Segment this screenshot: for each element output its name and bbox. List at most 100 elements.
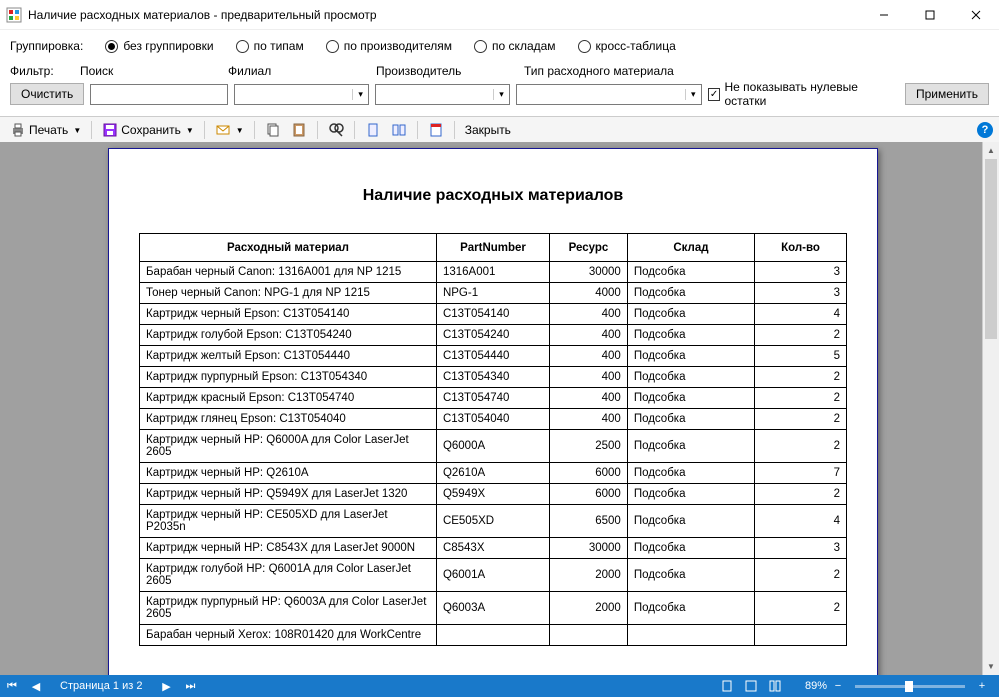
last-page-button[interactable]: ⏭: [178, 675, 202, 697]
find-button[interactable]: [324, 120, 348, 140]
prev-page-button[interactable]: ◀: [24, 675, 48, 697]
table-row: Картридж голубой Epson: C13T054240C13T05…: [140, 325, 847, 346]
print-button[interactable]: Печать▼: [6, 120, 85, 140]
table-cell: [550, 625, 628, 646]
table-cell: 1316A001: [436, 262, 549, 283]
report-table: Расходный материалPartNumberРесурсСкладК…: [139, 233, 847, 646]
zoom-actual-button[interactable]: [739, 675, 763, 697]
first-page-button[interactable]: ⏮: [0, 675, 24, 697]
radio-crosstable[interactable]: кросс-таблица: [578, 39, 676, 53]
material-type-combo[interactable]: ▾: [516, 84, 702, 105]
table-cell: 3: [755, 538, 847, 559]
paste-button[interactable]: [287, 120, 311, 140]
zoom-in-button[interactable]: +: [971, 680, 993, 692]
manufacturer-label: Производитель: [376, 64, 524, 78]
table-cell: 2: [755, 559, 847, 592]
help-icon[interactable]: ?: [977, 122, 993, 138]
table-cell: 2: [755, 388, 847, 409]
table-cell: Картридж черный HP: Q6000A для Color Las…: [140, 430, 437, 463]
view-double-button[interactable]: [387, 120, 411, 140]
branch-combo[interactable]: ▾: [234, 84, 369, 105]
preview-area[interactable]: Наличие расходных материалов Расходный м…: [0, 142, 999, 675]
table-row: Картридж красный Epson: C13T054740C13T05…: [140, 388, 847, 409]
column-header: PartNumber: [436, 234, 549, 262]
report-page: Наличие расходных материалов Расходный м…: [108, 148, 878, 675]
table-cell: 400: [550, 325, 628, 346]
table-cell: C13T054140: [436, 304, 549, 325]
hide-zero-checkbox[interactable]: ✓Не показывать нулевые остатки: [708, 80, 899, 108]
table-cell: 2: [755, 409, 847, 430]
close-preview-button[interactable]: Закрыть: [461, 121, 515, 139]
table-cell: C13T054440: [436, 346, 549, 367]
table-cell: 2000: [550, 592, 628, 625]
grouping-label: Группировка:: [10, 39, 83, 53]
table-cell: 30000: [550, 262, 628, 283]
table-row: Барабан черный Canon: 1316A001 для NP 12…: [140, 262, 847, 283]
chevron-down-icon: ▾: [685, 89, 701, 100]
table-cell: [627, 625, 754, 646]
save-button[interactable]: Сохранить▼: [98, 120, 198, 140]
filter-row: Фильтр: Поиск Филиал Производитель Тип р…: [0, 62, 999, 116]
report-title: Наличие расходных материалов: [139, 187, 847, 205]
search-icon: [328, 122, 344, 138]
apply-button[interactable]: Применить: [905, 83, 989, 105]
scroll-down-icon[interactable]: ▼: [983, 658, 999, 675]
scroll-thumb[interactable]: [985, 159, 997, 339]
table-cell: Картридж желтый Epson: C13T054440: [140, 346, 437, 367]
zoom-thumb[interactable]: [905, 681, 913, 692]
next-page-button[interactable]: ▶: [154, 675, 178, 697]
save-icon: [102, 122, 118, 138]
table-cell: 2: [755, 592, 847, 625]
maximize-button[interactable]: [907, 0, 953, 30]
table-cell: 2: [755, 484, 847, 505]
table-row: Картридж черный HP: Q6000A для Color Las…: [140, 430, 847, 463]
zoom-slider[interactable]: [855, 685, 965, 688]
column-header: Кол-во: [755, 234, 847, 262]
table-cell: 400: [550, 304, 628, 325]
radio-no-grouping[interactable]: без группировки: [105, 39, 213, 53]
column-header: Склад: [627, 234, 754, 262]
table-row: Картридж черный Epson: C13T054140C13T054…: [140, 304, 847, 325]
table-cell: Подсобка: [627, 283, 754, 304]
table-cell: C13T054740: [436, 388, 549, 409]
zoom-out-button[interactable]: −: [827, 680, 849, 692]
radio-by-warehouse[interactable]: по складам: [474, 39, 556, 53]
table-cell: 4: [755, 505, 847, 538]
zoom-out-full-button[interactable]: [715, 675, 739, 697]
minimize-button[interactable]: [861, 0, 907, 30]
table-row: Картридж черный HP: Q2610AQ2610A6000Подс…: [140, 463, 847, 484]
table-cell: Подсобка: [627, 559, 754, 592]
page-indicator: Страница 1 из 2: [48, 680, 154, 692]
manufacturer-combo[interactable]: ▾: [375, 84, 510, 105]
close-button[interactable]: [953, 0, 999, 30]
chevron-down-icon: ▼: [73, 126, 81, 135]
chevron-down-icon: ▾: [352, 89, 368, 100]
radio-by-type[interactable]: по типам: [236, 39, 304, 53]
table-cell: Подсобка: [627, 346, 754, 367]
table-row: Картридж желтый Epson: C13T054440C13T054…: [140, 346, 847, 367]
scroll-up-icon[interactable]: ▲: [983, 142, 999, 159]
grouping-row: Группировка: без группировки по типам по…: [0, 30, 999, 62]
page-setup-button[interactable]: [424, 120, 448, 140]
radio-by-manufacturer[interactable]: по производителям: [326, 39, 452, 53]
copy-button[interactable]: [261, 120, 285, 140]
clear-button[interactable]: Очистить: [10, 83, 84, 105]
mail-button[interactable]: ▼: [211, 120, 248, 140]
table-cell: Q6001A: [436, 559, 549, 592]
table-cell: 4000: [550, 283, 628, 304]
table-cell: Подсобка: [627, 484, 754, 505]
table-cell: Картридж глянец Epson: C13T054040: [140, 409, 437, 430]
zoom-multi-button[interactable]: [763, 675, 787, 697]
table-cell: C8543X: [436, 538, 549, 559]
table-cell: Подсобка: [627, 409, 754, 430]
vertical-scrollbar[interactable]: ▲ ▼: [982, 142, 999, 675]
radio-icon: [236, 40, 249, 53]
table-cell: Картридж черный Epson: C13T054140: [140, 304, 437, 325]
page-setup-icon: [428, 122, 444, 138]
table-cell: Подсобка: [627, 388, 754, 409]
table-cell: 400: [550, 346, 628, 367]
table-cell: 30000: [550, 538, 628, 559]
view-single-button[interactable]: [361, 120, 385, 140]
window-title: Наличие расходных материалов - предварит…: [28, 8, 861, 22]
search-input[interactable]: [90, 84, 228, 105]
